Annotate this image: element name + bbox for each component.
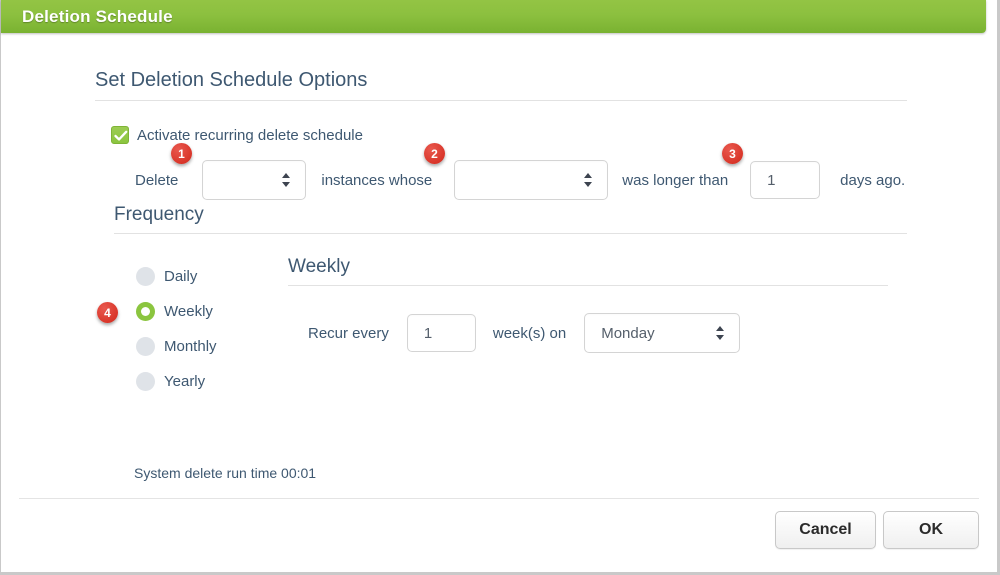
check-icon	[114, 130, 128, 141]
step-badge-4: 4	[97, 302, 118, 323]
was-longer-than-label: was longer than	[622, 171, 729, 189]
frequency-option-daily[interactable]: Daily	[136, 259, 217, 294]
frequency-radio-group: Daily Weekly Monthly Yearly	[136, 259, 217, 399]
days-ago-input[interactable]: 1	[750, 161, 821, 199]
cancel-button[interactable]: Cancel	[775, 511, 876, 549]
footer-divider	[19, 498, 979, 499]
radio-daily[interactable]	[136, 267, 155, 286]
activate-recurring-delete-row[interactable]: Activate recurring delete schedule	[111, 126, 363, 144]
frequency-option-yearly[interactable]: Yearly	[136, 364, 217, 399]
frequency-section-heading: Frequency	[114, 204, 204, 225]
step-badge-2: 2	[424, 143, 445, 164]
system-delete-run-time: System delete run time 00:01	[134, 465, 317, 481]
radio-yearly[interactable]	[136, 372, 155, 391]
recur-every-label: Recur every	[308, 324, 389, 342]
dialog-title: Deletion Schedule	[22, 7, 173, 26]
delete-rule-row: Delete instances whose was longer than 1	[135, 160, 905, 200]
frequency-option-label: Daily	[164, 268, 198, 285]
frequency-option-label: Weekly	[164, 303, 213, 320]
frequency-option-label: Yearly	[164, 373, 206, 390]
recur-weeks-input[interactable]: 1	[406, 314, 476, 352]
step-badge-3: 3	[722, 143, 743, 164]
frequency-section-divider	[114, 233, 907, 234]
step-badge-1: 1	[171, 143, 192, 164]
options-section-divider	[95, 100, 907, 101]
radio-weekly[interactable]	[136, 302, 155, 321]
delete-field-select[interactable]	[454, 160, 609, 200]
weeks-on-label: week(s) on	[492, 324, 567, 342]
ok-button[interactable]: OK	[883, 511, 979, 549]
dialog-title-bar: Deletion Schedule	[1, 0, 986, 33]
recur-weeks-value: 1	[423, 324, 433, 342]
options-section-heading: Set Deletion Schedule Options	[95, 69, 368, 91]
chevron-updown-icon	[716, 326, 725, 340]
deletion-schedule-dialog: Deletion Schedule Set Deletion Schedule …	[0, 0, 1000, 575]
chevron-updown-icon	[282, 173, 291, 187]
chevron-updown-icon	[584, 173, 593, 187]
days-ago-label: days ago.	[840, 171, 906, 189]
weekday-select[interactable]: Monday	[584, 313, 741, 353]
frequency-option-monthly[interactable]: Monthly	[136, 329, 217, 364]
instances-whose-label: instances whose	[321, 171, 433, 189]
weekday-value: Monday	[601, 324, 655, 342]
weekly-panel-divider	[288, 285, 888, 286]
delete-label: Delete	[135, 171, 179, 189]
radio-monthly[interactable]	[136, 337, 155, 356]
dialog-content: Set Deletion Schedule Options Activate r…	[1, 33, 997, 572]
activate-recurring-delete-label: Activate recurring delete schedule	[137, 126, 363, 144]
delete-scope-select[interactable]	[202, 160, 307, 200]
days-ago-value: 1	[767, 171, 776, 189]
frequency-option-label: Monthly	[164, 338, 217, 355]
weekly-recurrence-row: Recur every 1 week(s) on Monday	[308, 313, 741, 353]
activate-recurring-delete-checkbox[interactable]	[111, 126, 129, 144]
weekly-panel-heading: Weekly	[288, 256, 350, 277]
frequency-option-weekly[interactable]: Weekly	[136, 294, 217, 329]
